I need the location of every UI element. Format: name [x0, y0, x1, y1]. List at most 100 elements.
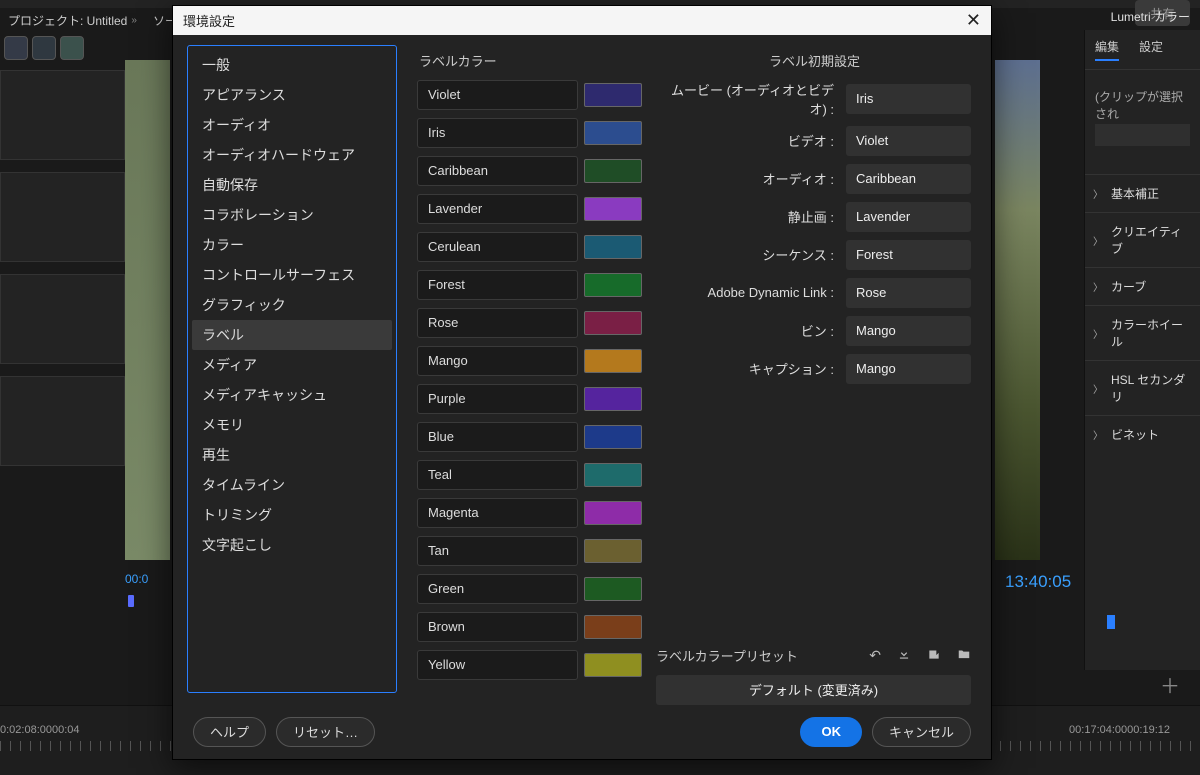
label-color-swatch[interactable] [584, 273, 642, 297]
label-color-swatch[interactable] [584, 653, 642, 677]
lumetri-section[interactable]: 〉カラーホイール [1085, 305, 1200, 360]
default-label: キャプション : [656, 359, 838, 378]
label-color-swatch[interactable] [584, 311, 642, 335]
label-color-swatch[interactable] [584, 539, 642, 563]
bin-panel[interactable] [0, 274, 125, 364]
timecode-label: 00:17:04:00 [1069, 724, 1127, 736]
prefs-category-item[interactable]: ラベル [192, 320, 392, 350]
default-label: ムービー (オーディオとビデオ) : [656, 80, 838, 118]
default-value-dropdown[interactable]: Mango [846, 316, 971, 346]
bin-panel[interactable] [0, 70, 125, 160]
default-value-dropdown[interactable]: Iris [846, 84, 971, 114]
lumetri-tab-edit[interactable]: 編集 [1095, 38, 1119, 61]
label-name-input[interactable]: Green [417, 574, 578, 604]
prefs-category-item[interactable]: オーディオ [192, 110, 392, 140]
label-color-swatch[interactable] [584, 387, 642, 411]
label-color-swatch[interactable] [584, 159, 642, 183]
label-color-swatch[interactable] [584, 83, 642, 107]
label-name-input[interactable]: Forest [417, 270, 578, 300]
bin-panel[interactable] [0, 376, 125, 466]
label-name-input[interactable]: Magenta [417, 498, 578, 528]
export-icon[interactable] [927, 647, 941, 664]
project-tab[interactable]: プロジェクト: Untitled» [0, 8, 145, 32]
close-icon[interactable]: ✕ [966, 10, 981, 31]
prefs-category-item[interactable]: アピアランス [192, 80, 392, 110]
prefs-category-item[interactable]: メモリ [192, 410, 392, 440]
playhead-marker[interactable] [128, 595, 134, 607]
default-value-dropdown[interactable]: Lavender [846, 202, 971, 232]
lumetri-section[interactable]: 〉クリエイティブ [1085, 212, 1200, 267]
swatch[interactable] [32, 36, 56, 60]
label-name-input[interactable]: Violet [417, 80, 578, 110]
default-value-dropdown[interactable]: Mango [846, 354, 971, 384]
default-label: 静止画 : [656, 207, 838, 226]
default-value-dropdown[interactable]: Forest [846, 240, 971, 270]
undo-icon[interactable]: ↶ [869, 647, 881, 664]
label-color-swatch[interactable] [584, 615, 642, 639]
label-color-swatch[interactable] [584, 121, 642, 145]
preferences-dialog: 環境設定 ✕ 一般アピアランスオーディオオーディオハードウェア自動保存コラボレー… [172, 5, 992, 760]
prefs-category-item[interactable]: 文字起こし [192, 530, 392, 560]
prefs-category-item[interactable]: トリミング [192, 500, 392, 530]
default-value-dropdown[interactable]: Rose [846, 278, 971, 308]
prefs-category-item[interactable]: 一般 [192, 50, 392, 80]
label-name-input[interactable]: Teal [417, 460, 578, 490]
label-name-input[interactable]: Mango [417, 346, 578, 376]
prefs-category-item[interactable]: グラフィック [192, 290, 392, 320]
label-name-input[interactable]: Lavender [417, 194, 578, 224]
chevron-right-icon: 〉 [1093, 186, 1103, 201]
default-value-dropdown[interactable]: Caribbean [846, 164, 971, 194]
prefs-category-item[interactable]: 自動保存 [192, 170, 392, 200]
label-name-input[interactable]: Rose [417, 308, 578, 338]
add-button[interactable]: ＋ [1160, 670, 1180, 699]
prefs-category-item[interactable]: カラー [192, 230, 392, 260]
label-name-input[interactable]: Purple [417, 384, 578, 414]
label-color-row: Blue [417, 422, 642, 452]
prefs-category-item[interactable]: 再生 [192, 440, 392, 470]
label-color-swatch[interactable] [584, 349, 642, 373]
import-icon[interactable] [897, 647, 911, 664]
label-name-input[interactable]: Cerulean [417, 232, 578, 262]
label-color-swatch[interactable] [584, 425, 642, 449]
cancel-button[interactable]: キャンセル [872, 717, 971, 747]
label-name-input[interactable]: Tan [417, 536, 578, 566]
help-button[interactable]: ヘルプ [193, 717, 266, 747]
lumetri-section[interactable]: 〉HSL セカンダリ [1085, 360, 1200, 415]
preset-heading: ラベルカラープリセット [656, 646, 853, 665]
label-name-input[interactable]: Yellow [417, 650, 578, 680]
label-name-input[interactable]: Caribbean [417, 156, 578, 186]
dialog-title: 環境設定 [183, 11, 235, 30]
prefs-category-item[interactable]: オーディオハードウェア [192, 140, 392, 170]
timecode-label: 00:19:12 [1127, 724, 1170, 736]
swatch[interactable] [60, 36, 84, 60]
label-color-row: Cerulean [417, 232, 642, 262]
label-color-swatch[interactable] [584, 577, 642, 601]
lumetri-section[interactable]: 〉カーブ [1085, 267, 1200, 305]
prefs-category-item[interactable]: コラボレーション [192, 200, 392, 230]
label-name-input[interactable]: Brown [417, 612, 578, 642]
label-color-swatch[interactable] [584, 197, 642, 221]
prefs-category-item[interactable]: タイムライン [192, 470, 392, 500]
lumetri-tab-settings[interactable]: 設定 [1139, 38, 1163, 61]
label-name-input[interactable]: Iris [417, 118, 578, 148]
label-color-swatch[interactable] [584, 235, 642, 259]
prefs-category-item[interactable]: メディアキャッシュ [192, 380, 392, 410]
reset-button[interactable]: リセット… [276, 717, 375, 747]
ok-button[interactable]: OK [800, 717, 862, 747]
lumetri-section[interactable]: 〉基本補正 [1085, 174, 1200, 212]
lumetri-section[interactable]: 〉ビネット [1085, 415, 1200, 453]
folder-icon[interactable] [957, 647, 971, 664]
label-name-input[interactable]: Blue [417, 422, 578, 452]
prefs-category-item[interactable]: コントロールサーフェス [192, 260, 392, 290]
bin-panel[interactable] [0, 172, 125, 262]
prefs-category-item[interactable]: メディア [192, 350, 392, 380]
label-default-row: 静止画 : Lavender [656, 202, 971, 232]
default-value-dropdown[interactable]: Violet [846, 126, 971, 156]
label-color-swatch[interactable] [584, 501, 642, 525]
lumetri-panel-tab[interactable]: Lumetri カラー [1111, 8, 1190, 25]
playhead-marker[interactable] [1107, 615, 1115, 629]
label-color-swatch[interactable] [584, 463, 642, 487]
swatch[interactable] [4, 36, 28, 60]
preset-dropdown[interactable]: デフォルト (変更済み) [656, 675, 971, 705]
label-color-row: Purple [417, 384, 642, 414]
